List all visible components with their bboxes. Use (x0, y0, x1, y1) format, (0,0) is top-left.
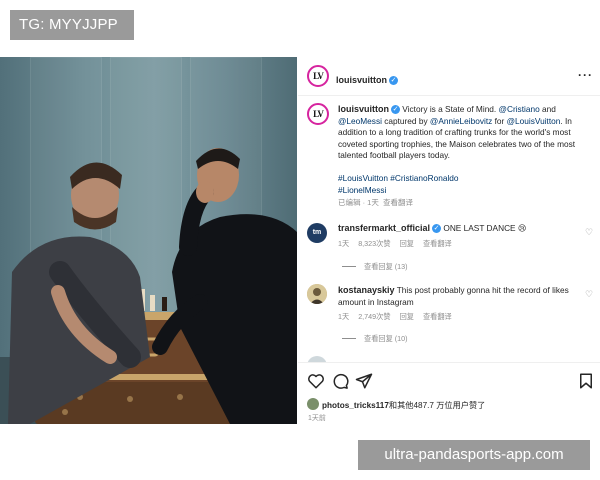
mention-louisvuitton[interactable]: @LouisVuitton (507, 116, 561, 126)
watermark-bottom: ultra-pandasports-app.com (358, 440, 590, 470)
comment-translate-link[interactable]: 查看翻译 (423, 312, 452, 321)
caption-meta-row: 已编辑 · 1天 查看翻译 (338, 197, 592, 209)
comment-avatar-transfermarkt[interactable]: tm (307, 223, 327, 243)
account-avatar[interactable]: LV (307, 65, 329, 87)
post-caption: louisvuitton ✓ Victory is a State of Mind… (338, 104, 592, 209)
replies-dash (342, 338, 356, 339)
replies-dash (342, 266, 356, 267)
view-replies-2[interactable]: 查看回复 (10) (342, 334, 408, 344)
comment-2-meta: 1天 2,749次赞 回复 查看翻译 (338, 312, 461, 322)
caption-hashtags-line1[interactable]: #LouisVuitton #CristianoRonaldo (338, 173, 592, 185)
crying-emoji-icon: 😢 (517, 223, 527, 233)
verified-badge-icon: ✓ (391, 105, 400, 114)
comment-likes[interactable]: 2,749次赞 (358, 312, 390, 321)
comment-like-heart-icon[interactable]: ♡ (585, 289, 593, 300)
comment-username[interactable]: transfermarkt_official (338, 223, 430, 233)
mention-annieleibovitz[interactable]: @AnnieLeibovitz (430, 116, 492, 126)
caption-text: for (492, 115, 507, 126)
liker-avatar[interactable] (307, 398, 319, 410)
caption-account-name[interactable]: louisvuitton (338, 104, 389, 114)
comment-reply-button[interactable]: 回复 (400, 239, 414, 248)
comment-like-heart-icon[interactable]: ♡ (585, 227, 593, 238)
caption-text: captured by (381, 115, 430, 126)
view-replies-label: 查看回复 (13) (364, 262, 408, 271)
mention-leomessi[interactable]: @LeoMessi (338, 116, 382, 126)
view-replies-label: 查看回复 (10) (364, 334, 408, 343)
posted-time: 1天前 (308, 415, 326, 422)
players-chess-illustration (0, 148, 297, 424)
bookmark-icon[interactable] (577, 372, 595, 390)
mention-cristiano[interactable]: @Cristiano (499, 104, 540, 114)
comment-icon[interactable] (331, 372, 349, 390)
view-replies-1[interactable]: 查看回复 (13) (342, 262, 408, 272)
comment-text: ONE LAST DANCE (443, 223, 516, 233)
verified-badge-icon: ✓ (389, 76, 398, 85)
comment-2: kostanayskiy This post probably gonna hi… (338, 285, 578, 308)
heart-icon[interactable] (307, 372, 325, 390)
avatar-logo-text: LV (313, 71, 324, 81)
liked-by-user[interactable]: photos_tricks117 (322, 401, 389, 410)
caption-text: and (539, 104, 556, 114)
comment-time: 1天 (338, 312, 350, 321)
verified-badge-icon: ✓ (432, 224, 442, 233)
avatar-text: tm (312, 229, 322, 236)
watermark-top: TG: MYYJJPP (10, 10, 134, 40)
comment-username[interactable]: kostanayskiy (338, 285, 395, 295)
caption-avatar[interactable]: LV (307, 103, 329, 125)
more-horizontal-icon[interactable]: ··· (578, 68, 593, 82)
comment-1: transfermarkt_official ✓ ONE LAST DANCE 😢 (338, 223, 578, 235)
post-header: LV louisvuitton ✓ ··· (298, 57, 600, 96)
comment-likes[interactable]: 8,323次赞 (358, 239, 390, 248)
comment-reply-button[interactable]: 回复 (400, 312, 414, 321)
avatar-logo-text: LV (313, 109, 324, 119)
comment-avatar-kostanayskiy[interactable] (307, 284, 327, 304)
likes-summary: photos_tricks117和其他487.7 万位用户赞了 (322, 399, 485, 411)
liked-by-rest[interactable]: 和其他487.7 万位用户赞了 (389, 401, 485, 410)
share-icon[interactable] (355, 372, 373, 390)
post-photo[interactable] (0, 57, 297, 424)
post-actions-bar: photos_tricks117和其他487.7 万位用户赞了 1天前 (298, 362, 600, 425)
caption-text: Victory is a State of Mind. (400, 104, 499, 114)
person-avatar-icon (307, 284, 327, 304)
caption-edited-time: 已编辑 · 1天 (338, 198, 379, 208)
account-name-row: louisvuitton ✓ (336, 70, 398, 88)
comment-1-meta: 1天 8,323次赞 回复 查看翻译 (338, 239, 461, 249)
caption-hashtags-line2[interactable]: #LionelMessi (338, 185, 592, 197)
comment-time: 1天 (338, 239, 350, 248)
caption-translate-link[interactable]: 查看翻译 (383, 198, 413, 207)
comment-translate-link[interactable]: 查看翻译 (423, 239, 452, 248)
account-name[interactable]: louisvuitton (336, 75, 387, 85)
post-panel: LV louisvuitton ✓ ··· LV louisvuitton ✓ Vi… (298, 57, 600, 425)
